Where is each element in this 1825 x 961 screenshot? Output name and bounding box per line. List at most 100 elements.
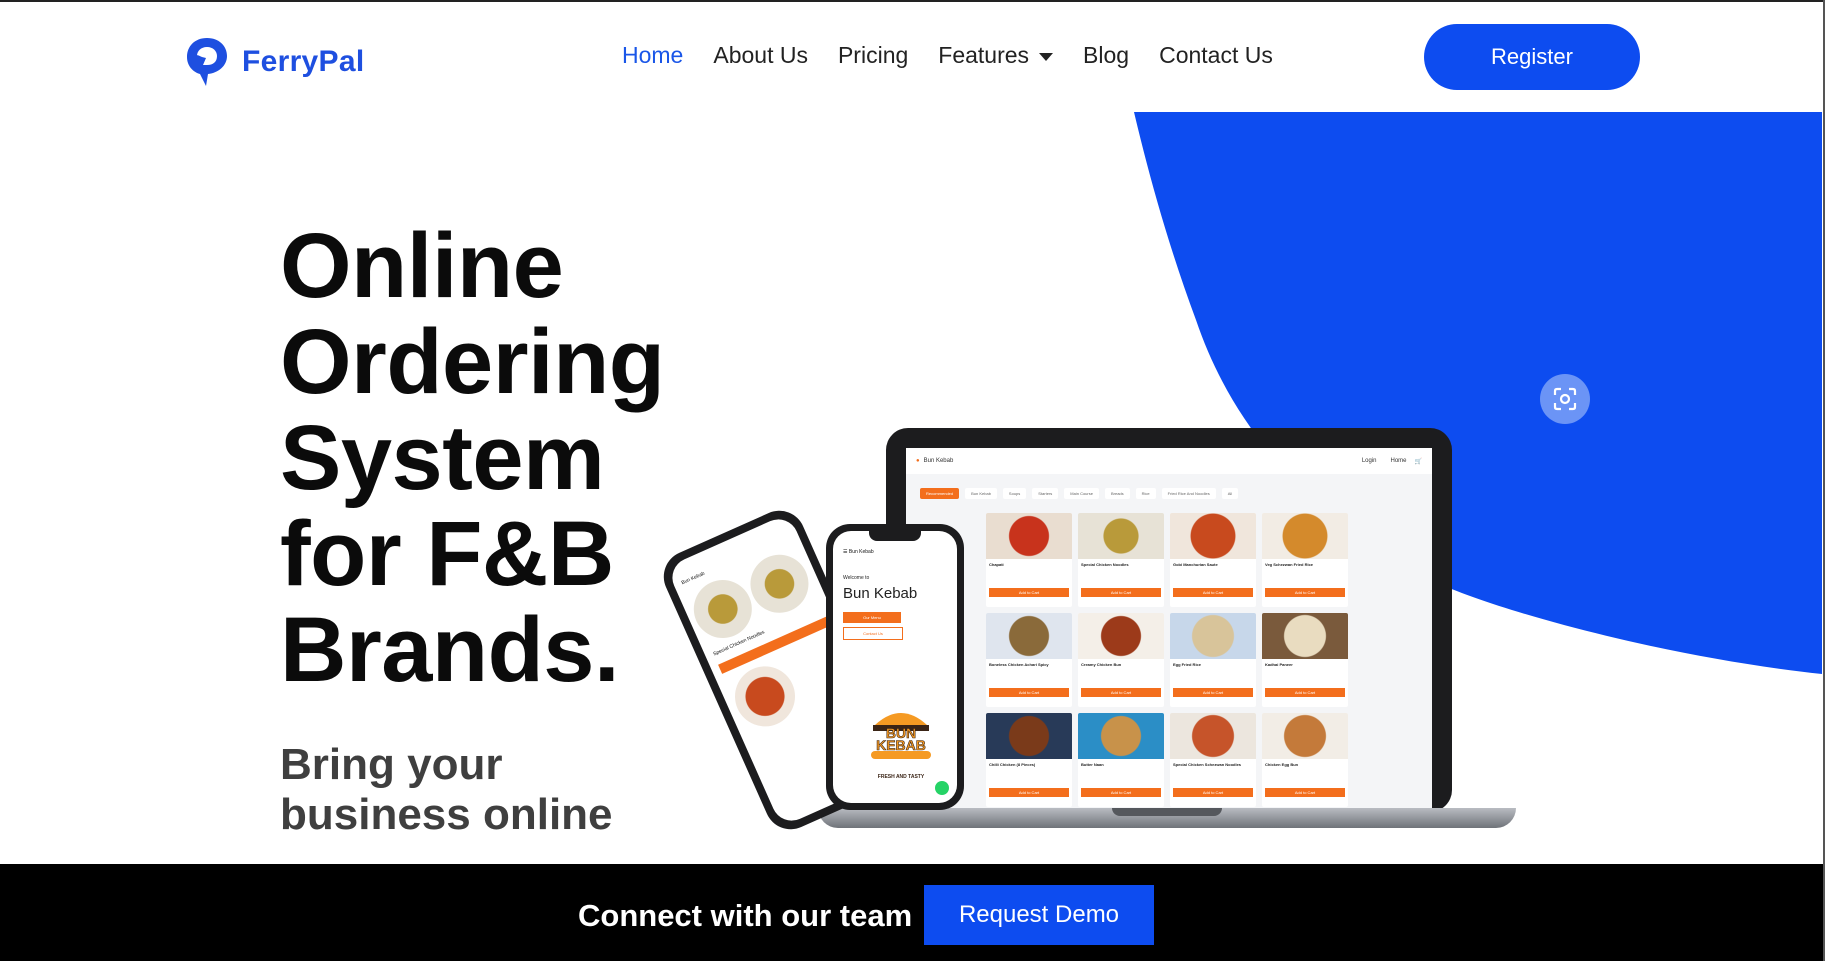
- subline-line: business online: [280, 790, 613, 839]
- food-image: [1262, 713, 1348, 759]
- whatsapp-icon: [935, 781, 949, 795]
- phone-contact-button: Contact Us: [843, 627, 903, 640]
- mock-add-button: Add to Cart: [1265, 788, 1345, 797]
- laptop-screen: ● Bun Kebab Login Home 🛒 Recommended Bun…: [906, 448, 1432, 818]
- nav-features[interactable]: Features: [938, 42, 1054, 69]
- food-image: [986, 613, 1072, 659]
- nav-pricing[interactable]: Pricing: [838, 42, 908, 69]
- headline-line: Online: [280, 215, 564, 317]
- mock-tab: Rice: [1135, 488, 1156, 499]
- headline-line: for F&B: [280, 503, 614, 605]
- caret-down-icon: [1039, 52, 1054, 61]
- mock-brand: Bun Kebab: [923, 458, 954, 464]
- mock-item-name: Chilli Chicken (8 Pieces): [989, 762, 1036, 767]
- mock-tab: Recommended: [920, 488, 960, 499]
- food-image: [1078, 613, 1164, 659]
- mock-add-button: Add to Cart: [1265, 688, 1345, 697]
- phone-notch: [869, 531, 921, 541]
- mock-add-button: Add to Cart: [989, 788, 1069, 797]
- food-image: [986, 713, 1072, 759]
- food-image: [1170, 713, 1256, 759]
- phone-welcome: Welcome to: [843, 575, 870, 581]
- cta-bar: [0, 864, 1825, 961]
- nav-features-label: Features: [938, 42, 1030, 68]
- mock-menu-card: Kadhai Paneer Add to Cart: [1262, 613, 1348, 707]
- mock-menu-card: Gobi Manchurian Saute Add to Cart: [1170, 513, 1256, 607]
- register-button[interactable]: Register: [1424, 24, 1640, 90]
- mock-item-name: Special Chicken Schezwan Noodles: [1173, 762, 1242, 767]
- mock-nav-home: Home: [1390, 458, 1407, 464]
- scan-button[interactable]: [1540, 374, 1590, 424]
- food-image: [1170, 513, 1256, 559]
- mock-add-button: Add to Cart: [1173, 588, 1253, 597]
- brand-logo[interactable]: FerryPal: [184, 34, 364, 90]
- mock-menu-card: Chilli Chicken (8 Pieces) Add to Cart: [986, 713, 1072, 807]
- mock-category-tabs: Recommended Bun Kebab Soups Starters Mai…: [906, 474, 1432, 507]
- mock-site-header: ● Bun Kebab Login Home 🛒: [906, 448, 1432, 474]
- mock-tab: Breads: [1104, 488, 1130, 499]
- food-image: [1170, 613, 1256, 659]
- mock-add-button: Add to Cart: [1081, 688, 1161, 697]
- mock-add-button: Add to Cart: [1173, 788, 1253, 797]
- mock-tab: Bun Kebab: [965, 488, 997, 499]
- food-image: [1262, 613, 1348, 659]
- food-image: [1262, 513, 1348, 559]
- bun-kebab-logo: BUN KEBAB FRESH AND TASTY: [869, 707, 933, 780]
- food-image: [1078, 513, 1164, 559]
- mock-add-button: Add to Cart: [1081, 588, 1161, 597]
- mock-menu-card: Egg Fried Rice Add to Cart: [1170, 613, 1256, 707]
- mock-item-name: Boneless Chicken Achari Spicy: [989, 662, 1049, 667]
- nav-contact-us[interactable]: Contact Us: [1159, 42, 1273, 69]
- cta-text: Connect with our team: [578, 898, 913, 933]
- mock-item-name: Kadhai Paneer: [1265, 662, 1293, 667]
- logo-tagline: FRESH AND TASTY: [877, 774, 925, 780]
- headline-line: System: [280, 407, 605, 509]
- mock-tab: Fried Rice And Noodles: [1161, 488, 1216, 499]
- phone-screen: ☰ Bun Kebab Welcome to Bun Kebab Our Men…: [833, 531, 957, 803]
- mock-item-name: Creamy Chicken Bun: [1081, 662, 1122, 667]
- nav-home[interactable]: Home: [622, 42, 683, 69]
- mock-item-name: Gobi Manchurian Saute: [1173, 562, 1218, 567]
- mock-item-name: Veg Schezwan Fried Rice: [1265, 562, 1314, 567]
- mock-menu-card: Chicken Egg Bun Add to Cart: [1262, 713, 1348, 807]
- food-image: [1078, 713, 1164, 759]
- nav-blog[interactable]: Blog: [1083, 42, 1129, 69]
- mock-add-button: Add to Cart: [989, 688, 1069, 697]
- phone-mockup: ☰ Bun Kebab Welcome to Bun Kebab Our Men…: [826, 524, 964, 810]
- main-nav: Home About Us Pricing Features Blog Cont…: [622, 42, 1303, 69]
- mock-tab: Starters: [1032, 488, 1059, 499]
- hero-headline: Online Ordering System for F&B Brands.: [280, 215, 665, 701]
- mock-item-name: Egg Fried Rice: [1173, 662, 1202, 667]
- mock-menu-grid: Chapati Add to Cart Special Chicken Noodl…: [906, 507, 1432, 807]
- mock-add-button: Add to Cart: [1081, 788, 1161, 797]
- mock-menu-card: Special Chicken Schezwan Noodles Add to C…: [1170, 713, 1256, 807]
- mock-add-button: Add to Cart: [1265, 588, 1345, 597]
- mock-add-button: Add to Cart: [1173, 688, 1253, 697]
- hero-subline: Bring your business online: [280, 740, 613, 840]
- laptop-mockup: ● Bun Kebab Login Home 🛒 Recommended Bun…: [886, 428, 1452, 818]
- nav-about-us[interactable]: About Us: [713, 42, 808, 69]
- headline-line: Brands.: [280, 599, 620, 701]
- mock-item-name: Butter Naan: [1081, 762, 1104, 767]
- request-demo-button[interactable]: Request Demo: [924, 885, 1154, 945]
- food-image: [986, 513, 1072, 559]
- laptop-notch: [1112, 808, 1222, 816]
- food-image: [725, 656, 805, 737]
- phone-title: Bun Kebab: [843, 585, 918, 602]
- mock-menu-card: Chapati Add to Cart: [986, 513, 1072, 607]
- mock-item-name: Special Chicken Noodles: [1081, 562, 1129, 567]
- mock-tab: All: [1221, 488, 1239, 499]
- mock-tab: Soups: [1002, 488, 1027, 499]
- subline-line: Bring your: [280, 740, 503, 789]
- ferrypal-logo-icon: [187, 38, 227, 86]
- scan-icon: [1553, 387, 1577, 411]
- brand-name: FerryPal: [242, 45, 365, 78]
- mock-menu-card: Boneless Chicken Achari Spicy Add to Cart: [986, 613, 1072, 707]
- phone-header-title: Bun Kebab: [848, 549, 874, 555]
- cart-icon: 🛒: [1414, 458, 1422, 465]
- mock-logo-icon: ●: [916, 458, 920, 464]
- logo-line: KEBAB: [876, 737, 926, 753]
- mock-add-button: Add to Cart: [989, 588, 1069, 597]
- mock-nav-login: Login: [1361, 458, 1377, 464]
- mock-menu-card: Special Chicken Noodles Add to Cart: [1078, 513, 1164, 607]
